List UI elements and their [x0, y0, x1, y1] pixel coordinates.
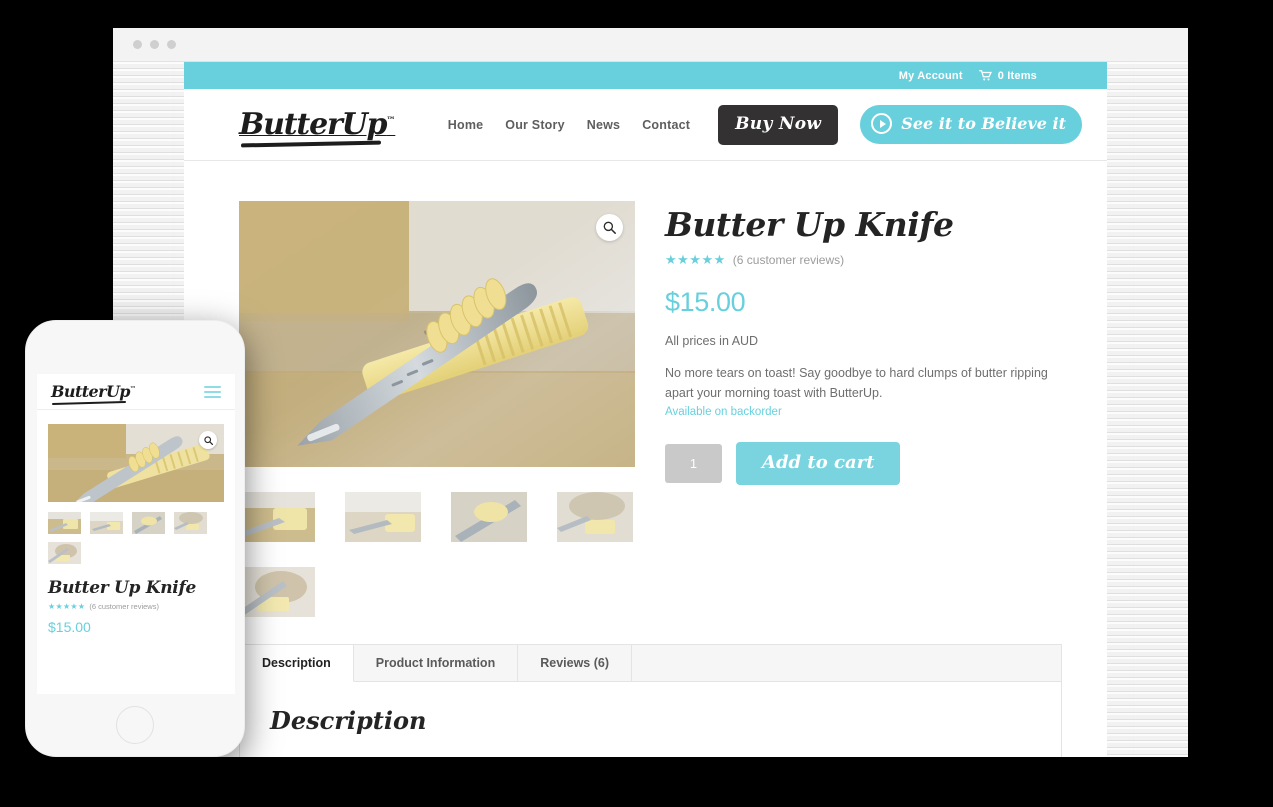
- phone-screen: ButterUp™ Butter Up Knife ★★★★★ (6 custo…: [37, 374, 235, 694]
- product-main-image[interactable]: [239, 201, 635, 467]
- browser-window: My Account 0 Items ButterUp™ Home Our St…: [113, 28, 1188, 757]
- phone-mockup: ButterUp™ Butter Up Knife ★★★★★ (6 custo…: [25, 320, 245, 757]
- product-price: $15.00: [665, 287, 746, 317]
- gallery-thumbnail[interactable]: [345, 492, 421, 542]
- thumb-photo-5: [239, 567, 315, 617]
- cart-summary[interactable]: 0 Items: [978, 69, 1037, 82]
- tab-description[interactable]: Description: [240, 645, 354, 682]
- thumb-photo-4: [557, 492, 633, 542]
- phone-gallery-thumbnail[interactable]: [48, 542, 81, 564]
- butter-knife-photo: [239, 201, 635, 467]
- phone-butter-knife-photo: [48, 424, 224, 502]
- phone-star-rating: ★★★★★: [48, 602, 86, 611]
- hamburger-icon[interactable]: [204, 385, 221, 398]
- phone-thumb-2: [90, 512, 123, 534]
- phone-earpiece: [26, 321, 244, 365]
- gallery-thumbnail[interactable]: [239, 492, 315, 542]
- add-to-cart-button[interactable]: Add to cart: [736, 441, 901, 485]
- star-rating: ★★★★★: [665, 252, 726, 267]
- play-icon: [871, 113, 893, 134]
- thumb-photo-1: [239, 492, 315, 542]
- browser-chrome: [113, 28, 1188, 62]
- phone-gallery-thumbnail[interactable]: [132, 512, 165, 534]
- phone-gallery-thumbnail[interactable]: [174, 512, 207, 534]
- nav-item-home[interactable]: Home: [448, 118, 484, 132]
- page-gutter-right: [1107, 62, 1188, 757]
- buy-now-button[interactable]: Buy Now: [718, 104, 839, 145]
- cart-icon: [978, 70, 992, 81]
- purchase-row: Add to cart: [665, 441, 1062, 485]
- phone-product-title: Butter Up Knife: [48, 578, 196, 598]
- nav-item-contact[interactable]: Contact: [642, 118, 690, 132]
- phone-thumb-1: [48, 512, 81, 534]
- phone-logo-underline-swash: [52, 401, 126, 405]
- screenshot-stage: My Account 0 Items ButterUp™ Home Our St…: [0, 0, 1273, 807]
- phone-site-logo[interactable]: ButterUp™: [51, 382, 136, 405]
- cart-item-count: 0 Items: [997, 69, 1037, 82]
- thumb-photo-2: [345, 492, 421, 542]
- logo-text: ButterUp: [239, 106, 388, 142]
- phone-gallery-thumbnails: [48, 512, 224, 564]
- phone-home-button[interactable]: [116, 706, 154, 744]
- see-it-label: See it to Believe it: [901, 114, 1066, 133]
- product-section: Butter Up Knife ★★★★★ (6 customer review…: [184, 161, 1107, 617]
- panel-heading: Description: [270, 706, 427, 735]
- logo-trademark: ™: [386, 115, 396, 126]
- customer-reviews-link[interactable]: (6 customer reviews): [733, 253, 844, 267]
- thumb-photo-3: [451, 492, 527, 542]
- tab-bar-filler: [632, 645, 1061, 681]
- currency-note: All prices in AUD: [665, 334, 759, 348]
- product-tabs: Description Product Information Reviews …: [239, 644, 1062, 757]
- site-header: ButterUp™ Home Our Story News Contact Bu…: [184, 89, 1107, 161]
- short-description: No more tears on toast! Say goodbye to h…: [665, 366, 1048, 400]
- window-close-dot[interactable]: [133, 40, 142, 49]
- phone-logo-text: ButterUp: [51, 382, 130, 401]
- tab-product-information[interactable]: Product Information: [353, 645, 519, 681]
- phone-thumb-3: [132, 512, 165, 534]
- browser-viewport: My Account 0 Items ButterUp™ Home Our St…: [113, 62, 1188, 757]
- magnifier-glyph: [603, 221, 616, 234]
- phone-magnifier-glyph: [203, 435, 213, 445]
- tab-panel-description: Description Is ButterUp the best thing t…: [240, 682, 1061, 757]
- tab-bar: Description Product Information Reviews …: [240, 645, 1061, 682]
- gallery-thumbnail[interactable]: [451, 492, 527, 542]
- main-navigation: Home Our Story News Contact Buy Now See …: [448, 104, 1082, 145]
- gallery-thumbnail[interactable]: [239, 567, 315, 617]
- site-logo[interactable]: ButterUp™: [239, 106, 395, 147]
- gallery-thumbnail[interactable]: [557, 492, 633, 542]
- phone-thumb-4: [174, 512, 207, 534]
- quantity-input[interactable]: [665, 443, 722, 483]
- nav-item-news[interactable]: News: [587, 118, 620, 132]
- product-gallery: [239, 201, 635, 617]
- gallery-thumbnails: [239, 492, 635, 617]
- phone-rating-row: ★★★★★ (6 customer reviews): [48, 602, 224, 611]
- page-title: Butter Up Knife: [665, 205, 954, 244]
- nav-item-our-story[interactable]: Our Story: [505, 118, 564, 132]
- phone-customer-reviews-link[interactable]: (6 customer reviews): [89, 602, 159, 611]
- stock-status: Available on backorder: [665, 405, 782, 418]
- window-minimize-dot[interactable]: [150, 40, 159, 49]
- phone-thumb-5: [48, 542, 81, 564]
- my-account-link[interactable]: My Account: [899, 70, 963, 82]
- phone-gallery-thumbnail[interactable]: [48, 512, 81, 534]
- phone-site-header: ButterUp™: [37, 374, 235, 410]
- window-maximize-dot[interactable]: [167, 40, 176, 49]
- tab-reviews[interactable]: Reviews (6): [518, 645, 632, 681]
- magnifier-icon[interactable]: [596, 214, 623, 241]
- site-page: My Account 0 Items ButterUp™ Home Our St…: [184, 62, 1107, 757]
- phone-magnifier-icon[interactable]: [199, 431, 217, 449]
- phone-product-price: $15.00: [48, 619, 91, 635]
- phone-main-image[interactable]: [48, 424, 224, 502]
- see-it-to-believe-it-button[interactable]: See it to Believe it: [860, 105, 1082, 144]
- phone-logo-trademark: ™: [129, 385, 136, 393]
- product-summary: Butter Up Knife ★★★★★ (6 customer review…: [665, 201, 1062, 617]
- rating-row: ★★★★★ (6 customer reviews): [665, 252, 1062, 268]
- utility-bar: My Account 0 Items: [184, 62, 1107, 89]
- phone-gallery-thumbnail[interactable]: [90, 512, 123, 534]
